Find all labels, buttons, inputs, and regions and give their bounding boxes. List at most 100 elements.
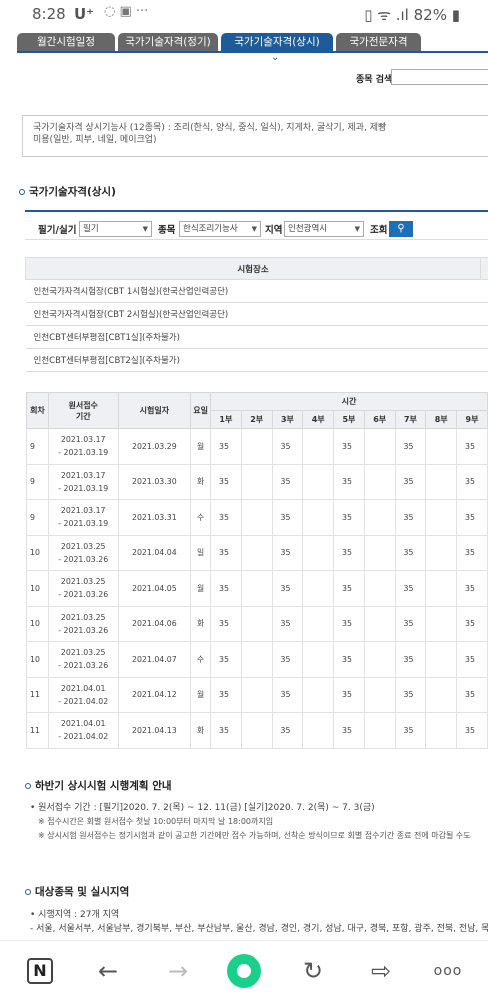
status-icons: ◌ ▣ ··· (104, 4, 149, 19)
place-name: 인천국가자격시험장(CBT 1시험실)(한국산업인력공단) (25, 279, 481, 303)
apply-start: 2021.03.25 (60, 648, 106, 658)
session-seats-cell: 35 (333, 570, 365, 607)
col-apply-period: 원서접수 기간 (47, 392, 119, 429)
session-seats-cell: 35 (456, 463, 488, 500)
session-seats-cell (302, 463, 335, 500)
day-cell: 화 (190, 605, 211, 642)
apply-end: - 2021.03.19 (58, 483, 109, 493)
session-seats-cell (302, 712, 335, 749)
apply-period-cell: 2021.03.25 - 2021.03.26 (47, 570, 119, 607)
table-row: 인천CBT센터부평점[CBT1실](주차불가) (25, 325, 488, 349)
session-seats-cell: 35 (271, 428, 304, 465)
col-session: 7부 (394, 410, 427, 429)
apply-start: 2021.04.01 (60, 719, 106, 729)
apply-end: - 2021.03.26 (58, 625, 109, 635)
day-cell: 일 (190, 534, 211, 571)
col-session: 8부 (425, 410, 458, 429)
session-seats-cell (302, 428, 335, 465)
target-title: 대상종목 및 실시지역 (25, 884, 129, 899)
session-seats-cell: 35 (333, 534, 365, 571)
refresh-icon[interactable]: ↻ (298, 956, 328, 986)
session-seats-cell (240, 499, 273, 536)
target-region-count: • 시행지역 : 27개 지역 (30, 910, 120, 920)
plan-apply-period: • 원서접수 기간 : [필기]2020. 7. 2(목) ~ 12. 11(금… (30, 803, 375, 813)
apply-period-cell: 2021.03.17 - 2021.03.19 (47, 463, 119, 500)
status-bar: 8:28 U⁺ ◌ ▣ ··· ▯ ᯤ .ıl 82% ▮ (0, 0, 488, 30)
green-dot-home-icon[interactable] (227, 954, 261, 988)
exam-date-cell: 2021.04.13 (117, 712, 192, 749)
region-select[interactable]: 인천광역시 ▼ (284, 221, 364, 237)
round-cell: 11 (26, 676, 49, 713)
table-row: 인천CBT센터부평점[CBT2실](주차불가) (25, 348, 488, 372)
session-seats-cell: 35 (333, 428, 365, 465)
plan-title: 하반기 상시시험 시행계획 안내 (25, 778, 172, 793)
tab-national-professional[interactable]: 국가전문자격 (336, 33, 421, 52)
section-title: 국가기술자격(상시) (19, 184, 116, 199)
session-seats-cell: 35 (209, 428, 242, 465)
session-seats-cell (425, 534, 458, 571)
tab-national-regular[interactable]: 국가기술자격(정기) (118, 33, 218, 52)
day-cell: 화 (190, 463, 211, 500)
naver-home-icon[interactable]: N (27, 958, 53, 984)
back-icon[interactable]: ← (93, 956, 123, 986)
col-session: 9부 (456, 410, 488, 429)
session-seats-cell: 35 (456, 534, 488, 571)
apply-period-cell: 2021.04.01 - 2021.04.02 (47, 676, 119, 713)
col-exam-date: 시험일자 (117, 392, 192, 429)
plan-note-1: ※ 접수시간은 회별 원서접수 첫날 10:00부터 마지막 날 18:00까지… (38, 817, 274, 826)
session-seats-cell (363, 676, 396, 713)
session-seats-cell (425, 605, 458, 642)
session-seats-cell: 35 (333, 676, 365, 713)
filter-bar: 필기/실기 필기 ▼ 종목 한식조리기능사 ▼ 지역 인천광역시 ▼ 조회 ⚲ (25, 210, 488, 240)
session-seats-cell: 35 (209, 676, 242, 713)
place-detail-button[interactable] (480, 279, 488, 303)
session-seats-cell: 35 (271, 676, 304, 713)
session-seats-cell: 35 (209, 641, 242, 678)
apply-end: - 2021.03.26 (58, 661, 109, 671)
session-seats-cell: 35 (456, 428, 488, 465)
session-seats-cell (240, 570, 273, 607)
type-select[interactable]: 필기 ▼ (79, 221, 152, 237)
places-header: 시험장소 (25, 257, 481, 280)
apply-start: 2021.03.25 (60, 541, 106, 551)
round-cell: 10 (26, 534, 49, 571)
place-detail-button[interactable] (480, 348, 488, 372)
round-cell: 11 (26, 712, 49, 749)
session-seats-cell: 35 (209, 570, 242, 607)
session-seats-cell (425, 676, 458, 713)
subject-select[interactable]: 한식조리기능사 ▼ (179, 221, 261, 237)
search-button[interactable]: ⚲ (389, 221, 413, 237)
session-seats-cell (302, 570, 335, 607)
session-seats-cell (363, 605, 396, 642)
session-seats-cell: 35 (456, 641, 488, 678)
plan-note-2: ※ 상시시험 원서접수는 정기시험과 같이 공고한 기간에만 접수 가능하며, … (38, 831, 471, 840)
tab-national-anytime[interactable]: 국가기술자격(상시) (221, 33, 333, 52)
search-input[interactable] (391, 69, 488, 85)
exam-date-cell: 2021.03.29 (117, 428, 192, 465)
exam-date-cell: 2021.04.06 (117, 605, 192, 642)
apply-start: 2021.03.25 (60, 612, 106, 622)
share-icon[interactable]: ⇨ (366, 956, 396, 986)
status-right: ▯ ᯤ .ıl 82% ▮ (364, 6, 460, 24)
round-cell: 9 (26, 428, 49, 465)
session-seats-cell (425, 463, 458, 500)
place-detail-button[interactable] (480, 302, 488, 326)
session-seats-cell (240, 712, 273, 749)
session-seats-cell (363, 499, 396, 536)
session-seats-cell: 35 (271, 499, 304, 536)
search-icon: ⚲ (397, 223, 405, 234)
forward-icon[interactable]: → (163, 956, 193, 986)
active-tab-indicator-icon: ⌄ (271, 52, 280, 63)
more-icon[interactable]: ooo (428, 956, 468, 986)
place-detail-button[interactable] (480, 325, 488, 349)
apply-start: 2021.03.17 (60, 470, 106, 480)
session-seats-cell (240, 605, 273, 642)
bullet-icon (25, 783, 31, 789)
round-cell: 10 (26, 641, 49, 678)
round-cell: 9 (26, 499, 49, 536)
notice-line-1: 국가기술자격 상시기능사 (12종목) : 조리(한식, 양식, 중식, 일식)… (33, 123, 387, 133)
tab-monthly[interactable]: 월간시험일정 (17, 33, 115, 52)
session-seats-cell (240, 676, 273, 713)
session-seats-cell (425, 570, 458, 607)
bullet-icon (25, 889, 31, 895)
